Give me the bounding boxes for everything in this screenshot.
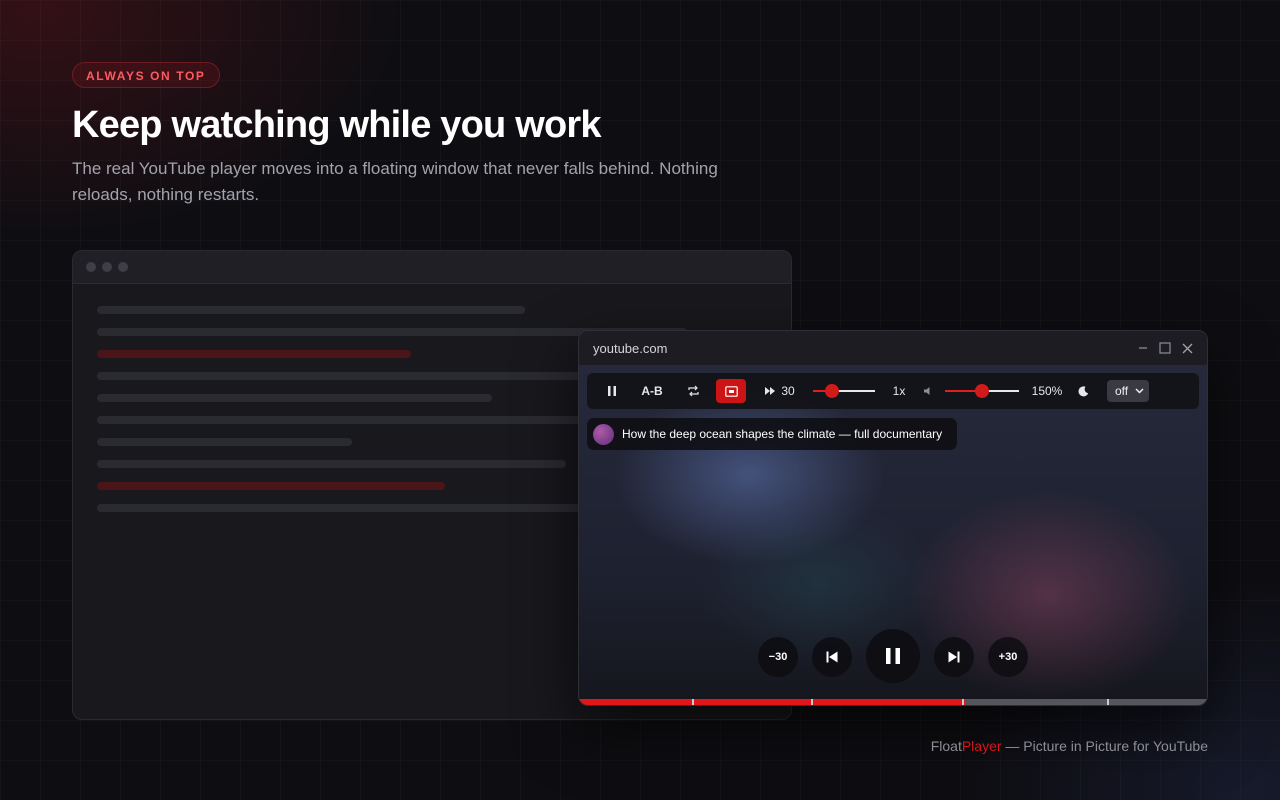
fast-forward-icon[interactable] (763, 373, 777, 409)
pip-icon (724, 385, 738, 397)
picture-in-picture-button[interactable] (716, 379, 746, 403)
document-titlebar (73, 251, 791, 284)
progress-bar[interactable] (579, 699, 1207, 705)
floating-player-window[interactable]: youtube.com A-B 30 1x 150% off How the d… (578, 330, 1208, 706)
volume-percent-label[interactable]: 150% (1029, 373, 1065, 409)
play-pause-button[interactable] (866, 629, 920, 683)
next-button[interactable] (934, 637, 974, 677)
dark-mode-moon-icon[interactable] (1075, 373, 1091, 409)
window-controls (1137, 342, 1193, 354)
placeholder-text-line (97, 416, 617, 424)
minimize-icon[interactable] (1137, 342, 1149, 354)
repeat-icon[interactable] (681, 373, 705, 409)
speed-slider-knob[interactable] (824, 384, 839, 398)
window-dot (102, 262, 112, 272)
chevron-down-icon (1135, 388, 1144, 394)
skip-previous-icon (826, 651, 838, 663)
progress-bar-fill (579, 699, 966, 705)
forward-30-button[interactable]: +30 (988, 637, 1028, 677)
highlighted-text-line (97, 350, 411, 358)
volume-slider-knob[interactable] (975, 384, 989, 398)
skip-seconds-label[interactable]: 30 (779, 373, 797, 409)
footer-description: — Picture in Picture for YouTube (1001, 738, 1208, 754)
hero-subtitle: The real YouTube player moves into a flo… (72, 159, 718, 204)
maximize-icon[interactable] (1159, 342, 1171, 354)
footer-tagline: FloatPlayer — Picture in Picture for You… (931, 738, 1208, 754)
chapter-marker (1107, 699, 1109, 705)
placeholder-text-line (97, 394, 492, 402)
chapter-marker (962, 699, 964, 705)
always-on-top-badge: ALWAYS ON TOP (72, 62, 220, 88)
brand-name-second: Player (961, 738, 1002, 754)
pause-icon (886, 648, 900, 664)
window-dot (86, 262, 96, 272)
placeholder-text-line (97, 438, 352, 446)
player-titlebar[interactable]: youtube.com (579, 331, 1207, 365)
mode-select-value: off (1115, 384, 1129, 398)
chapter-marker (692, 699, 694, 705)
highlighted-text-line (97, 482, 445, 490)
mode-select[interactable]: off (1107, 380, 1149, 402)
now-playing-pill[interactable]: How the deep ocean shapes the climate — … (587, 418, 957, 450)
brand-name-first: Float (930, 738, 962, 754)
skip-next-icon (948, 651, 960, 663)
hero-title: Keep watching while you work (72, 104, 602, 146)
placeholder-text-line (97, 460, 566, 468)
volume-icon[interactable] (923, 373, 935, 409)
placeholder-text-line (97, 306, 525, 314)
previous-button[interactable] (812, 637, 852, 677)
forward-30-label: +30 (998, 651, 1018, 663)
placeholder-text-line (97, 372, 617, 380)
channel-avatar (593, 423, 614, 445)
pause-icon[interactable] (603, 373, 621, 409)
ab-loop-button[interactable]: A-B (637, 373, 667, 409)
placeholder-text-line (97, 504, 617, 512)
rewind-30-label: −30 (768, 651, 788, 663)
playback-speed-label[interactable]: 1x (889, 373, 909, 409)
close-icon[interactable] (1181, 342, 1193, 354)
player-host: youtube.com (593, 340, 668, 356)
rewind-30-button[interactable]: −30 (758, 637, 798, 677)
video-title: How the deep ocean shapes the climate — … (622, 427, 943, 441)
player-toolbar: A-B 30 1x 150% off (587, 373, 1199, 409)
window-dot (118, 262, 128, 272)
chapter-marker (811, 699, 813, 705)
